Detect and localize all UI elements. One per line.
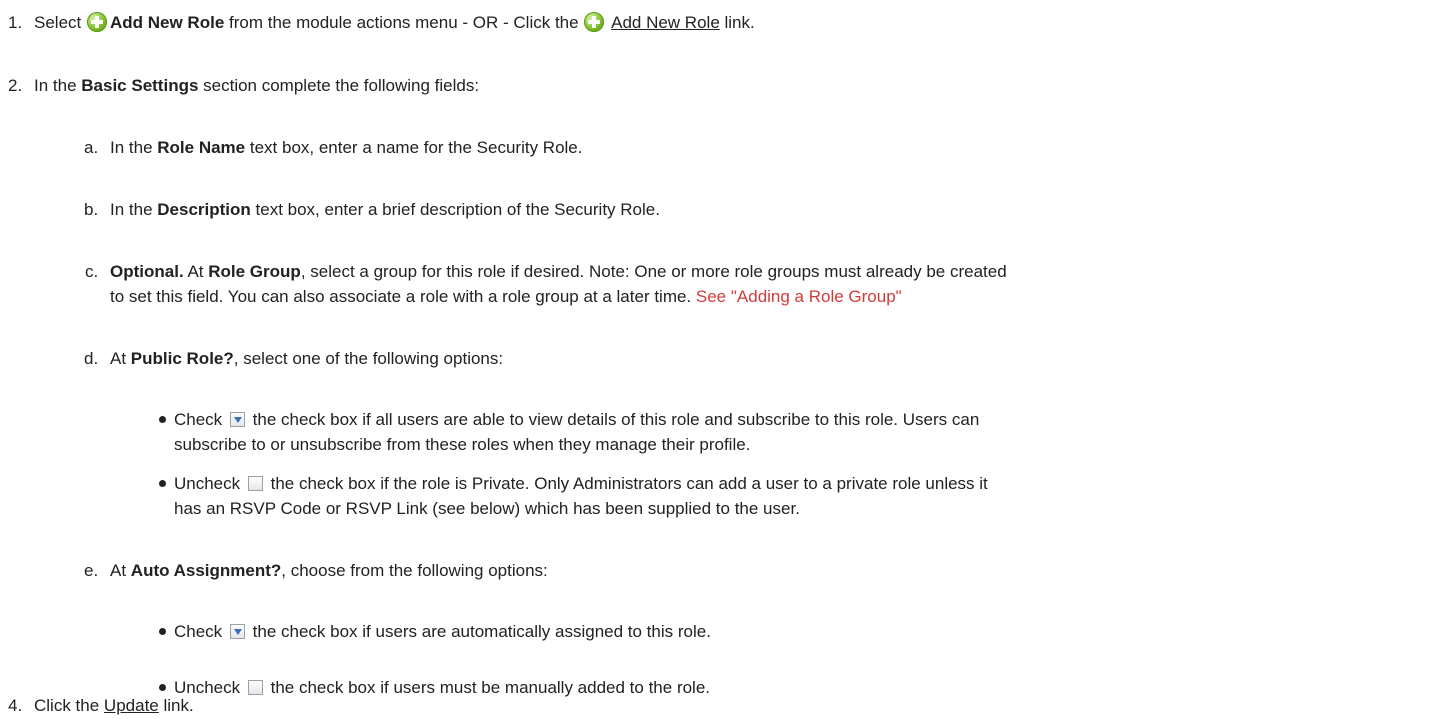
bullet — [159, 480, 166, 487]
checkbox-unchecked-icon — [247, 680, 263, 695]
role-group-bold: Role Group — [208, 262, 301, 281]
step-2-text-a: In the — [34, 76, 82, 95]
step-b-text-a: In the — [110, 200, 158, 219]
step-2-number: 2. — [8, 76, 23, 95]
auto-assign-uncheck-option: Uncheck the check box if users must be m… — [174, 676, 710, 699]
step-2-text: In the Basic Settings section complete t… — [34, 74, 479, 97]
public-uncheck-text-a: Uncheck — [174, 474, 245, 493]
bullet — [159, 416, 166, 423]
role-name-bold: Role Name — [157, 138, 246, 157]
add-plus-icon — [86, 12, 107, 32]
step-1-number: 1. — [8, 13, 23, 32]
step-1-text-c: link. — [719, 13, 755, 32]
public-uncheck-text-c: has an RSVP Code or RSVP Link (see below… — [174, 499, 800, 518]
bullet — [159, 684, 166, 691]
add-new-role-link[interactable]: Add New Role — [611, 13, 720, 32]
step-1-add-new-role-bold: Add New Role — [109, 13, 225, 32]
auto-check-text-b: the check box if users are automatically… — [247, 622, 711, 641]
checkbox-unchecked-icon — [247, 476, 263, 491]
optional-bold: Optional. — [110, 262, 184, 281]
basic-settings-bold: Basic Settings — [81, 76, 199, 95]
step-4-text-a: Click the — [34, 696, 104, 715]
step-b-text-b: text box, enter a brief description of t… — [250, 200, 660, 219]
auto-uncheck-text-b: the check box if users must be manually … — [265, 678, 711, 697]
auto-assignment-bold: Auto Assignment? — [130, 561, 282, 580]
step-d-text: At Public Role?, select one of the follo… — [110, 347, 503, 370]
description-bold: Description — [157, 200, 251, 219]
step-1-text-a: Select — [34, 13, 86, 32]
step-4-number: 4. — [8, 696, 23, 715]
auto-check-text-a: Check — [174, 622, 227, 641]
update-link[interactable]: Update — [104, 696, 159, 715]
step-1-text-b: from the module actions menu - OR - Clic… — [224, 13, 584, 32]
public-check-text-b: the check box if all users are able to v… — [247, 410, 980, 429]
public-role-uncheck-option-line-2: has an RSVP Code or RSVP Link (see below… — [174, 497, 800, 520]
step-c-letter: c. — [85, 262, 99, 281]
step-a-text: In the Role Name text box, enter a name … — [110, 136, 582, 159]
step-c-text-a: At — [183, 262, 209, 281]
step-d-letter: d. — [84, 349, 99, 368]
step-2-text-b: section complete the following fields: — [198, 76, 480, 95]
step-e-letter: e. — [84, 561, 99, 580]
add-plus-icon — [584, 12, 605, 32]
public-role-check-option-line-1: Check the check box if all users are abl… — [174, 408, 979, 431]
step-a-text-a: In the — [110, 138, 158, 157]
step-e-text-a: At — [110, 561, 131, 580]
public-uncheck-text-b: the check box if the role is Private. On… — [265, 474, 988, 493]
step-c-text-b: , select a group for this role if desire… — [300, 262, 1007, 281]
checkbox-checked-icon — [229, 624, 245, 639]
step-c-text-c: to set this field. You can also associat… — [110, 287, 696, 306]
public-check-text-a: Check — [174, 410, 227, 429]
step-c-text-line-2: to set this field. You can also associat… — [110, 285, 902, 308]
step-e-text-b: , choose from the following options: — [281, 561, 548, 580]
step-4-text-b: link. — [158, 696, 194, 715]
step-b-text: In the Description text box, enter a bri… — [110, 198, 660, 221]
step-a-text-b: text box, enter a name for the Security … — [245, 138, 583, 157]
step-c-text-line-1: Optional. At Role Group, select a group … — [110, 260, 1007, 283]
step-1-text: Select Add New Role from the module acti… — [34, 11, 755, 34]
auto-assign-check-option: Check the check box if users are automat… — [174, 620, 711, 643]
public-role-check-option-line-2: subscribe to or unsubscribe from these r… — [174, 433, 750, 456]
step-d-text-a: At — [110, 349, 131, 368]
step-b-letter: b. — [84, 200, 99, 219]
step-4-text: Click the Update link. — [34, 694, 194, 717]
public-check-text-c: subscribe to or unsubscribe from these r… — [174, 435, 751, 454]
bullet — [159, 628, 166, 635]
adding-role-group-xref-link[interactable]: See "Adding a Role Group" — [696, 287, 902, 306]
public-role-uncheck-option-line-1: Uncheck the check box if the role is Pri… — [174, 472, 988, 495]
public-role-bold: Public Role? — [130, 349, 234, 368]
step-a-letter: a. — [84, 138, 99, 157]
step-d-text-b: , select one of the following options: — [233, 349, 504, 368]
step-e-text: At Auto Assignment?, choose from the fol… — [110, 559, 548, 582]
checkbox-checked-icon — [229, 412, 245, 427]
